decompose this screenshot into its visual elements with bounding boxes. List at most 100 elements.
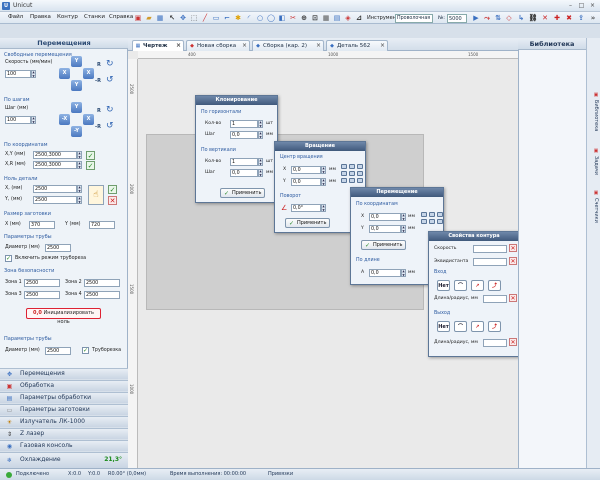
move-x-spinner[interactable]: ▲ ▼: [401, 213, 406, 221]
move-anchor-grid[interactable]: [421, 212, 443, 224]
contour-icon[interactable]: ◇: [504, 13, 514, 23]
clone-v-step-input[interactable]: 0,0: [230, 169, 258, 177]
xr-input[interactable]: 2500,3000: [33, 161, 77, 169]
maximize-button[interactable]: □: [577, 2, 586, 9]
rotate-ccw-icon[interactable]: ↺: [106, 75, 114, 85]
minimize-button[interactable]: –: [566, 2, 575, 9]
speed-input[interactable]: 100: [5, 70, 31, 78]
contour-dialog-title[interactable]: Свойства контура: [429, 232, 519, 241]
mirror-tool-icon[interactable]: ◧: [277, 13, 287, 23]
star-tool-icon[interactable]: ✱: [233, 13, 243, 23]
lead-out-arc-icon[interactable]: ⌒: [454, 321, 467, 332]
zoom-in-icon[interactable]: ⊕: [299, 13, 309, 23]
run-icon[interactable]: ▶: [471, 13, 481, 23]
clone-step-spinner[interactable]: ▲ ▼: [258, 131, 263, 139]
zero-x-input[interactable]: 2500: [33, 185, 77, 193]
accordion-gas[interactable]: ◉ Газовая консоль: [0, 440, 128, 451]
accordion-z-laser[interactable]: ⇕ Z лазер: [0, 428, 128, 439]
xr-apply-button[interactable]: ✓: [86, 161, 95, 170]
clone-count-spinner[interactable]: ▲ ▼: [258, 120, 263, 128]
lead-in-arc-icon[interactable]: ⌒: [454, 280, 467, 291]
zero-y-spinner[interactable]: ▲ ▼: [77, 196, 82, 204]
tab-assembly-2[interactable]: ◆ Сборка (кар. 2) ×: [252, 40, 324, 51]
lead-out-line-icon[interactable]: ↗: [471, 321, 484, 332]
vtab-library[interactable]: ▣ Библиотека: [589, 92, 599, 131]
tab-close-icon[interactable]: ×: [242, 41, 247, 51]
save-icon[interactable]: ▦: [155, 13, 165, 23]
accordion-process-params[interactable]: ▤ Параметры обработки: [0, 392, 128, 403]
rotate-dialog-title[interactable]: Вращение: [275, 142, 365, 151]
circle-tool-icon[interactable]: ○: [255, 13, 265, 23]
arc-tool-icon[interactable]: ◜: [244, 13, 254, 23]
grid-icon[interactable]: ▦: [321, 13, 331, 23]
zone2-input[interactable]: 2500: [84, 279, 120, 287]
cut-tool-icon[interactable]: ✂: [288, 13, 298, 23]
accordion-processing[interactable]: ▣ Обработка: [0, 380, 128, 391]
clone-v-count-input[interactable]: 1: [230, 158, 258, 166]
zero-apply-button[interactable]: ✓: [108, 185, 117, 194]
rotate-y-input[interactable]: 0,0: [291, 178, 321, 186]
clone-step-input[interactable]: 0,0: [230, 131, 258, 139]
accordion-moves[interactable]: ✥ Перемещения: [0, 368, 128, 379]
zoom-fit-icon[interactable]: ⊡: [310, 13, 320, 23]
rectangle-tool-icon[interactable]: ▭: [211, 13, 221, 23]
blank-x-input[interactable]: 370: [29, 221, 55, 229]
more-tools-icon[interactable]: »: [588, 13, 598, 23]
blank-y-input[interactable]: 720: [89, 221, 115, 229]
clone-v-step-spinner[interactable]: ▲ ▼: [258, 169, 263, 177]
speed-spinner[interactable]: ▲ ▼: [31, 70, 36, 78]
step-rotate-ccw-icon[interactable]: ↺: [106, 121, 114, 131]
rotate-apply-button[interactable]: ✓ Применить: [285, 218, 331, 228]
clone-count-input[interactable]: 1: [230, 120, 258, 128]
tab-part-562[interactable]: ◆ Деталь 562 ×: [326, 40, 388, 51]
instrument-select[interactable]: Проволочная: [395, 14, 433, 23]
step-spinner[interactable]: ▲ ▼: [31, 116, 36, 124]
clone-apply-button[interactable]: ✓ Применить: [220, 188, 266, 198]
menu-machines[interactable]: Станки: [84, 14, 105, 20]
line-tool-icon[interactable]: ╱: [200, 13, 210, 23]
step-left-button[interactable]: -X: [59, 114, 70, 125]
clone-dialog-title[interactable]: Клонирование: [196, 96, 277, 105]
rotate-y-spinner[interactable]: ▲ ▼: [321, 178, 326, 186]
move-y-input[interactable]: 0,0: [369, 225, 401, 233]
add-point-icon[interactable]: ✚: [552, 13, 562, 23]
step-down-button[interactable]: -Y: [71, 126, 82, 137]
step-right-button[interactable]: X: [83, 114, 94, 125]
polyline-tool-icon[interactable]: ⌐: [222, 13, 232, 23]
tab-new-assembly[interactable]: ◆ Новая сборка ×: [186, 40, 250, 51]
init-zero-button[interactable]: 0,0 Инициализировать ноль: [26, 308, 101, 325]
contour-in-len-input[interactable]: [483, 295, 507, 303]
move-a-spinner[interactable]: ▲ ▼: [401, 269, 406, 277]
new-file-icon[interactable]: ▣: [133, 13, 143, 23]
xr-spinner[interactable]: ▲ ▼: [77, 161, 82, 169]
rotate-cw-icon[interactable]: ↻: [106, 59, 114, 69]
menu-edit[interactable]: Правка: [30, 14, 51, 20]
export-icon[interactable]: ⇪: [576, 13, 586, 23]
menu-contour[interactable]: Контур: [57, 14, 78, 20]
lead-in-none-button[interactable]: Нет: [437, 280, 450, 291]
path-icon[interactable]: ⤳: [482, 13, 492, 23]
ellipse-tool-icon[interactable]: ◯: [266, 13, 276, 23]
accordion-emitter[interactable]: ☀ Излучатель ЛК-1000: [0, 416, 128, 427]
xy-spinner[interactable]: ▲ ▼: [77, 151, 82, 159]
free-right-button[interactable]: X: [83, 68, 94, 79]
zone1-input[interactable]: 2500: [24, 279, 60, 287]
contour-out-clear-button[interactable]: ✕: [509, 338, 517, 346]
lead-out-none-button[interactable]: Нет: [437, 321, 450, 332]
tab-close-icon[interactable]: ×: [176, 41, 181, 51]
hand-pointer-icon[interactable]: ☝: [88, 185, 104, 205]
zone4-input[interactable]: 2500: [84, 291, 120, 299]
tube-mode-checkbox[interactable]: ✓: [5, 255, 12, 262]
move-tool-icon[interactable]: ✥: [178, 13, 188, 23]
free-down-button[interactable]: Y: [71, 80, 82, 91]
contour-speed-clear-button[interactable]: ✕: [509, 244, 517, 252]
zone3-input[interactable]: 2500: [24, 291, 60, 299]
tube-diameter-input[interactable]: 2500: [45, 244, 71, 252]
rotate-angle-input[interactable]: 0,0°: [291, 204, 321, 212]
step-up-button[interactable]: Y: [71, 102, 82, 113]
close-window-button[interactable]: ×: [588, 2, 597, 9]
tab-close-icon[interactable]: ×: [316, 41, 321, 51]
zero-x-spinner[interactable]: ▲ ▼: [77, 185, 82, 193]
rotate-x-spinner[interactable]: ▲ ▼: [321, 166, 326, 174]
tube-cutter-checkbox[interactable]: ✓: [82, 347, 89, 354]
